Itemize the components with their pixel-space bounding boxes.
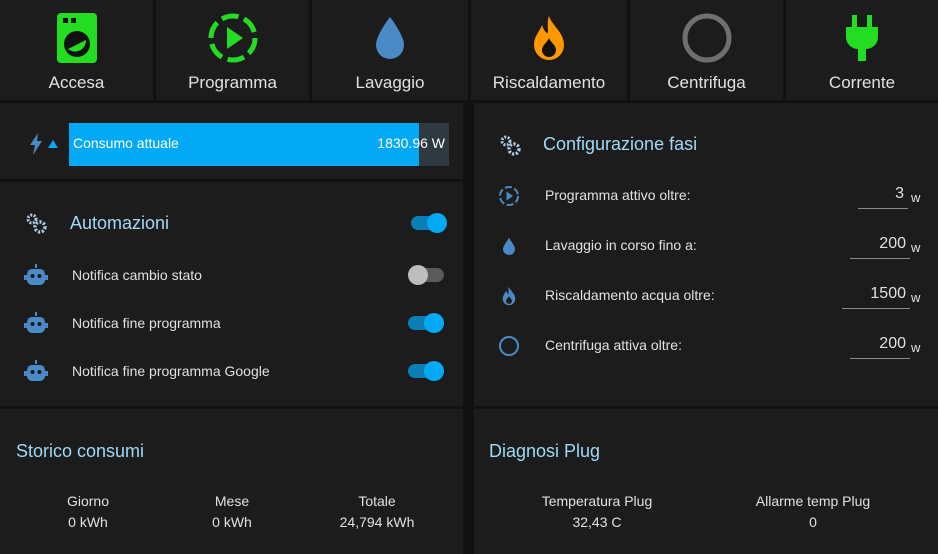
play-circle-dashed-icon: [156, 10, 309, 66]
status-tile-lavaggio[interactable]: Lavaggio: [312, 0, 468, 100]
washing-machine-icon: [0, 10, 153, 66]
history-stat-label: Mese: [214, 493, 250, 509]
phase-label: Programma attivo oltre:: [545, 187, 691, 203]
history-stat-value: 0 kWh: [68, 514, 108, 530]
history-stat-value: 24,794 kWh: [339, 514, 415, 530]
diagnostics-stat-label: Temperatura Plug: [541, 493, 653, 509]
phase-label: Lavaggio in corso fino a:: [545, 237, 697, 253]
status-tile-centrifuga[interactable]: Centrifuga: [630, 0, 783, 100]
status-label: Accesa: [48, 73, 105, 92]
automations-master-toggle[interactable]: [411, 213, 447, 233]
robot-icon: [24, 359, 48, 383]
status-tile-corrente[interactable]: Corrente: [786, 0, 938, 100]
phase-label: Riscaldamento acqua oltre:: [545, 287, 715, 303]
phase-unit: w: [911, 290, 921, 305]
automation-toggle-fine-programma-google[interactable]: [408, 361, 444, 381]
power-bar: Consumo attuale 1830.96 W: [69, 123, 449, 166]
play-circle-dashed-icon: [497, 184, 521, 208]
status-label: Lavaggio: [355, 73, 425, 92]
phase-unit: w: [911, 190, 921, 205]
circle-outline-icon: [630, 10, 783, 66]
phase-unit: w: [911, 240, 921, 255]
automation-label: Notifica fine programma: [72, 315, 221, 331]
robot-icon: [24, 311, 48, 335]
cogs-icon: [24, 211, 48, 235]
circle-outline-icon: [497, 334, 521, 358]
robot-icon: [24, 263, 48, 287]
status-tile-accesa[interactable]: Accesa: [0, 0, 153, 100]
phases-card: Configurazione fasi Programma attivo olt…: [474, 103, 938, 406]
status-tile-riscaldamento[interactable]: Riscaldamento: [471, 0, 627, 100]
history-stat-label: Totale: [358, 493, 396, 509]
status-tile-programma[interactable]: Programma: [156, 0, 309, 100]
phase-threshold-input[interactable]: 1500: [842, 283, 910, 309]
status-label: Corrente: [828, 73, 896, 92]
automation-label: Notifica cambio stato: [72, 267, 202, 283]
phase-unit: w: [911, 340, 921, 355]
water-drop-icon: [497, 234, 521, 258]
status-label: Centrifuga: [667, 73, 746, 92]
status-label: Riscaldamento: [492, 73, 606, 92]
automation-toggle-fine-programma[interactable]: [408, 313, 444, 333]
phase-label: Centrifuga attiva oltre:: [545, 337, 682, 353]
phase-threshold-input[interactable]: 200: [850, 233, 910, 259]
phase-threshold-input[interactable]: 3: [858, 183, 908, 209]
power-bar-value: 1830.96 W: [377, 135, 445, 151]
water-drop-icon: [312, 10, 468, 66]
history-stat-value: 0 kWh: [212, 514, 252, 530]
diagnostics-stat-label: Allarme temp Plug: [755, 493, 871, 509]
phase-threshold-input[interactable]: 200: [850, 333, 910, 359]
history-title: Storico consumi: [16, 441, 145, 461]
automation-label: Notifica fine programma Google: [72, 363, 270, 379]
diagnostics-stat-value: 0: [809, 514, 817, 530]
trend-up-icon: [46, 135, 60, 153]
automations-title: Automazioni: [70, 213, 170, 233]
lightning-icon: [24, 132, 48, 156]
history-card: Storico consumi Giorno 0 kWh Mese 0 kWh …: [0, 409, 463, 554]
power-plug-icon: [786, 10, 938, 66]
diagnostics-title: Diagnosi Plug: [489, 441, 601, 461]
power-bar-label: Consumo attuale: [73, 135, 179, 151]
power-card: Consumo attuale 1830.96 W: [0, 103, 463, 179]
history-stat-label: Giorno: [66, 493, 110, 509]
diagnostics-card: Diagnosi Plug Temperatura Plug 32,43 C A…: [474, 409, 938, 554]
automation-toggle-cambio-stato[interactable]: [408, 265, 444, 285]
phases-title: Configurazione fasi: [543, 134, 698, 154]
fire-icon: [471, 10, 627, 66]
cogs-icon: [498, 133, 522, 157]
status-label: Programma: [188, 73, 277, 92]
diagnostics-stat-value: 32,43 C: [572, 514, 622, 530]
fire-icon: [497, 284, 521, 308]
automations-card: Automazioni Notifica cambio stato Notifi…: [0, 182, 463, 406]
